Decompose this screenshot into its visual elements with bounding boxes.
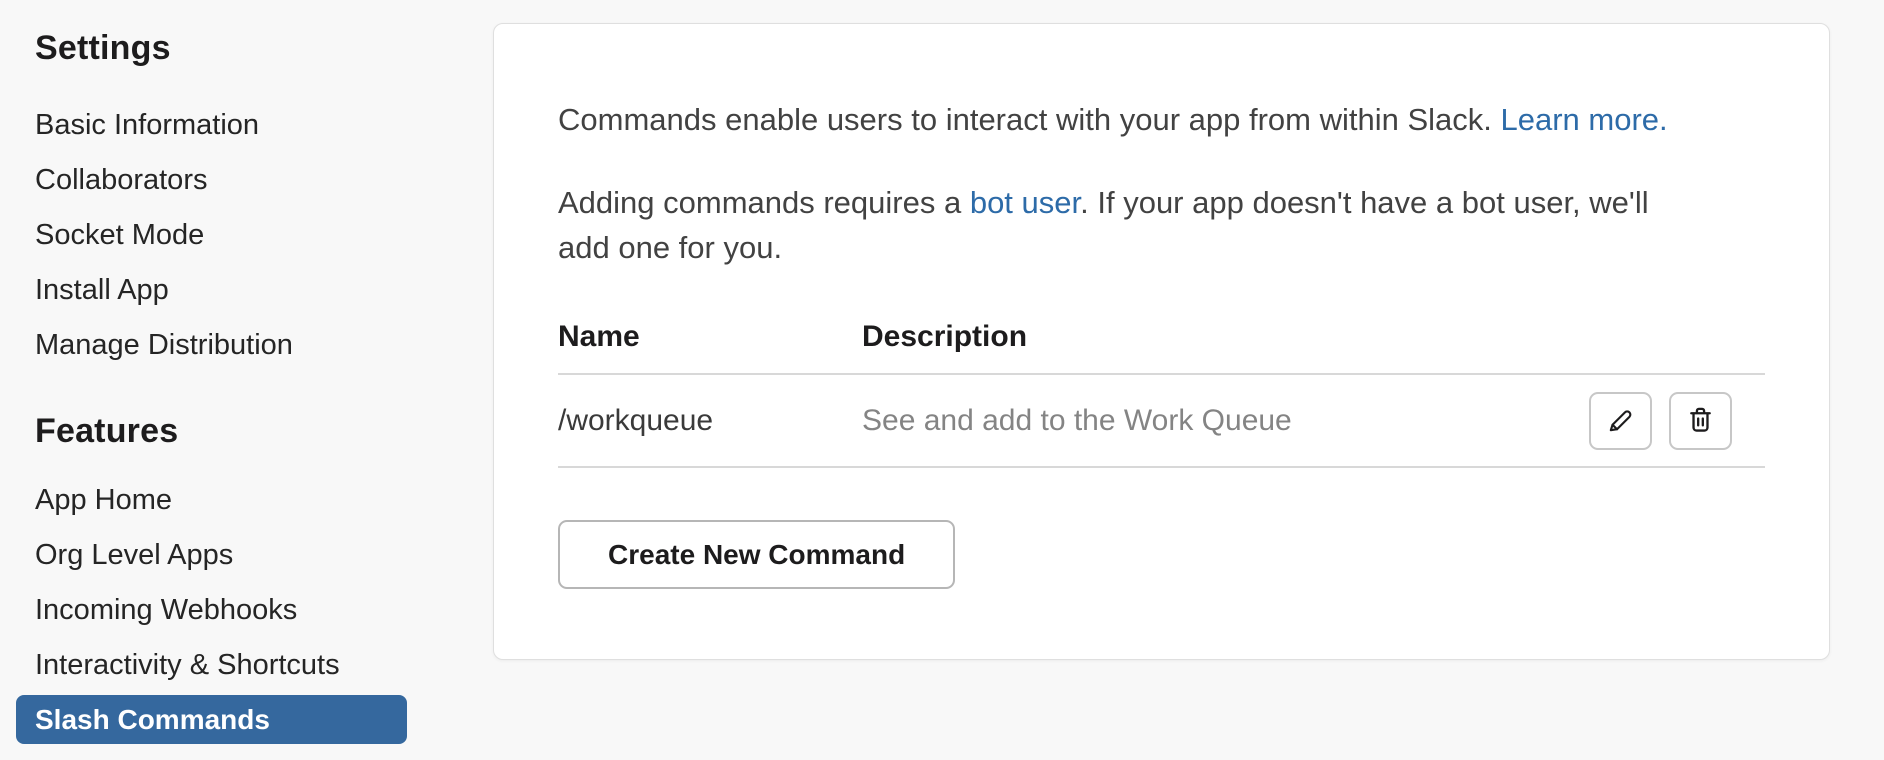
delete-command-button[interactable] [1669,391,1732,450]
sidebar-item-install-app[interactable]: Install App [16,263,416,318]
sidebar-settings-list: Basic Information Collaborators Socket M… [16,98,416,373]
sidebar-item-manage-distribution[interactable]: Manage Distribution [16,318,416,373]
slash-commands-panel: Commands enable users to interact with y… [493,23,1830,660]
sidebar-item-interactivity-shortcuts[interactable]: Interactivity & Shortcuts [16,638,416,693]
sidebar-features-list: App Home Org Level Apps Incoming Webhook… [16,473,416,744]
intro-text-1: Commands enable users to interact with y… [558,102,1501,137]
sidebar-item-app-home[interactable]: App Home [16,473,416,528]
sidebar-item-org-level-apps[interactable]: Org Level Apps [16,528,416,583]
command-description: See and add to the Work Queue [862,403,1292,437]
sidebar: Settings Basic Information Collaborators… [16,0,416,744]
intro-paragraph-1: Commands enable users to interact with y… [558,97,1765,142]
pencil-icon [1609,410,1632,432]
row-actions [1553,391,1765,450]
table-header-row: Name Description [558,320,1765,375]
commands-table: Name Description /workqueue See and add … [558,320,1765,468]
learn-more-link[interactable]: Learn more. [1500,102,1667,137]
sidebar-item-slash-commands[interactable]: Slash Commands [16,695,407,744]
bot-user-link[interactable]: bot user [970,185,1080,220]
intro-paragraph-2: Adding commands requires a bot user. If … [558,180,1678,270]
trash-icon [1690,407,1711,432]
intro-text-2a: Adding commands requires a [558,185,970,220]
sidebar-item-socket-mode[interactable]: Socket Mode [16,208,416,263]
command-name: /workqueue [558,403,714,437]
page: Settings Basic Information Collaborators… [0,0,1884,760]
column-header-name: Name [558,320,640,353]
column-header-description: Description [862,320,1028,353]
sidebar-item-collaborators[interactable]: Collaborators [16,153,416,208]
sidebar-heading-settings: Settings [35,29,171,67]
table-row: /workqueue See and add to the Work Queue [558,375,1765,468]
create-new-command-button[interactable]: Create New Command [558,520,956,589]
sidebar-heading-features: Features [35,412,179,450]
sidebar-item-basic-information[interactable]: Basic Information [16,98,416,153]
sidebar-item-incoming-webhooks[interactable]: Incoming Webhooks [16,583,416,638]
edit-command-button[interactable] [1589,391,1652,450]
